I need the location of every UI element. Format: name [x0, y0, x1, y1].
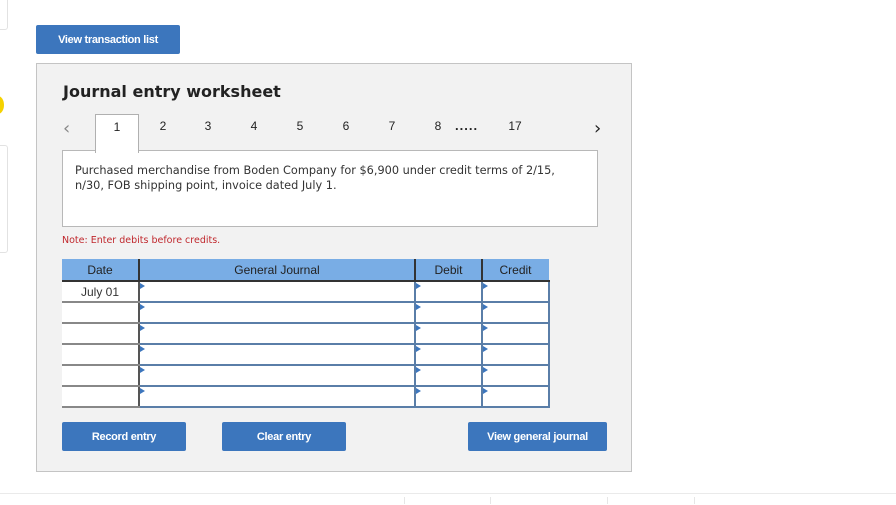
account-input[interactable] [140, 282, 414, 301]
account-input[interactable] [140, 345, 414, 364]
general-journal-header: General Journal [139, 259, 416, 282]
debit-input[interactable] [416, 345, 481, 364]
date-cell [62, 302, 140, 324]
tab-4[interactable]: 4 [232, 114, 276, 150]
status-indicator-dot [0, 96, 4, 114]
debit-cell[interactable] [414, 343, 483, 366]
credit-header: Credit [482, 259, 549, 282]
debit-input[interactable] [416, 282, 481, 301]
credit-input[interactable] [483, 324, 548, 343]
debit-cell[interactable] [414, 364, 483, 387]
debit-input[interactable] [416, 366, 481, 385]
date-cell [62, 323, 140, 345]
tab-2[interactable]: 2 [141, 114, 185, 150]
journal-entry-worksheet: Journal entry worksheet ‹ 1 2 3 4 5 6 7 … [36, 63, 632, 472]
bottom-divider [490, 497, 491, 504]
debit-input[interactable] [416, 303, 481, 322]
debit-header: Debit [415, 259, 483, 282]
account-input[interactable] [140, 387, 414, 406]
date-cell [62, 386, 140, 408]
table-row [62, 322, 550, 345]
debit-cell[interactable] [414, 385, 483, 408]
account-cell[interactable] [138, 322, 416, 345]
credit-cell[interactable] [481, 364, 550, 387]
date-cell: July 01 [62, 281, 140, 303]
tabs-ellipsis: ..... [455, 118, 479, 133]
account-input[interactable] [140, 303, 414, 322]
view-general-journal-button[interactable]: View general journal [468, 422, 607, 451]
credit-cell[interactable] [481, 385, 550, 408]
credit-input[interactable] [483, 345, 548, 364]
credit-input[interactable] [483, 366, 548, 385]
debit-cell[interactable] [414, 301, 483, 324]
account-cell[interactable] [138, 385, 416, 408]
debit-cell[interactable] [414, 322, 483, 345]
credit-cell[interactable] [481, 343, 550, 366]
date-cell [62, 344, 140, 366]
tab-5[interactable]: 5 [278, 114, 322, 150]
credit-input[interactable] [483, 387, 548, 406]
account-cell[interactable] [138, 301, 416, 324]
entry-tabs: ‹ 1 2 3 4 5 6 7 8 ..... 17 › [37, 112, 633, 153]
account-cell[interactable] [138, 364, 416, 387]
account-cell[interactable] [138, 343, 416, 366]
table-row: July 01 [62, 280, 550, 303]
debit-input[interactable] [416, 324, 481, 343]
table-row [62, 301, 550, 324]
side-panel-box [0, 0, 8, 30]
worksheet-title: Journal entry worksheet [63, 82, 281, 101]
account-cell[interactable] [138, 280, 416, 303]
bottom-divider [694, 497, 695, 504]
credit-input[interactable] [483, 303, 548, 322]
chevron-right-icon[interactable]: › [594, 118, 601, 139]
credit-cell[interactable] [481, 280, 550, 303]
table-row [62, 385, 550, 408]
tab-8[interactable]: 8 [416, 114, 460, 150]
debit-input[interactable] [416, 387, 481, 406]
table-row [62, 364, 550, 387]
credit-input[interactable] [483, 282, 548, 301]
debit-cell[interactable] [414, 280, 483, 303]
transaction-description: Purchased merchandise from Boden Company… [62, 150, 598, 227]
clear-entry-button[interactable]: Clear entry [222, 422, 346, 451]
credit-cell[interactable] [481, 322, 550, 345]
record-entry-button[interactable]: Record entry [62, 422, 186, 451]
bottom-divider [404, 497, 405, 504]
chevron-left-icon[interactable]: ‹ [63, 118, 70, 139]
account-input[interactable] [140, 366, 414, 385]
table-row [62, 343, 550, 366]
credit-cell[interactable] [481, 301, 550, 324]
account-input[interactable] [140, 324, 414, 343]
tab-17[interactable]: 17 [493, 114, 537, 150]
date-header: Date [62, 259, 140, 282]
tab-3[interactable]: 3 [186, 114, 230, 150]
entry-note: Note: Enter debits before credits. [62, 235, 221, 246]
bottom-bar [0, 493, 896, 505]
view-transaction-list-button[interactable]: View transaction list [36, 25, 180, 54]
journal-table: Date General Journal Debit Credit July 0… [62, 259, 550, 408]
tab-6[interactable]: 6 [324, 114, 368, 150]
bottom-divider [607, 497, 608, 504]
date-cell [62, 365, 140, 387]
tab-1[interactable]: 1 [95, 114, 139, 153]
tab-7[interactable]: 7 [370, 114, 414, 150]
side-panel-box [0, 145, 8, 253]
